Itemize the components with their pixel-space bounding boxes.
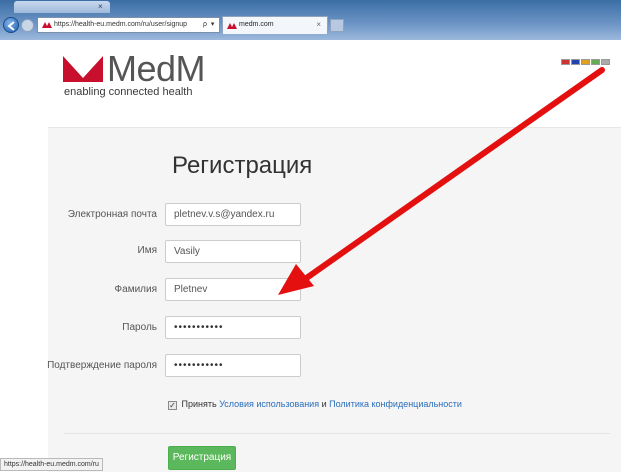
flag-icon[interactable] [591,59,600,65]
password-field[interactable]: ••••••••••• [165,316,301,339]
new-tab-button[interactable] [330,19,344,32]
email-label: Электронная почта [67,209,157,220]
last-name-label: Фамилия [114,284,157,295]
first-name-field[interactable]: Vasily [165,240,301,263]
page-title: Регистрация [172,152,313,179]
tab-favicon-icon [227,23,237,29]
address-bar[interactable]: https://health-eu.medm.com/ru/user/signu… [37,17,220,33]
address-bar-controls[interactable]: ρ ▾ 🔒 ≣ C ✕ [203,18,219,32]
page: × https://health-eu.medm.com/ru/user/sig… [0,0,621,472]
agree-checkbox[interactable]: ✓ [168,401,177,410]
language-flags [561,52,611,70]
tagline: enabling connected health [64,86,193,98]
and-text: и [321,399,327,409]
site-favicon-icon [42,22,52,28]
first-name-label: Имя [137,245,157,256]
flag-icon[interactable] [601,59,610,65]
tab-title: medm.com [239,21,274,28]
email-field[interactable]: pletnev.v.s@yandex.ru [165,203,301,226]
register-button[interactable]: Регистрация [168,446,236,470]
divider [64,433,610,434]
back-arrow-icon [7,21,15,31]
confirm-password-label: Подтверждение пароля [47,360,157,371]
browser-toolbar: × https://health-eu.medm.com/ru/user/sig… [0,0,621,40]
flag-icon[interactable] [571,59,580,65]
privacy-link[interactable]: Политика конфиденциальности [329,399,462,409]
password-label: Пароль [122,322,157,333]
last-name-field[interactable]: Pletnev [165,278,301,301]
terms-link[interactable]: Условия использования [219,399,319,409]
address-url: https://health-eu.medm.com/ru/user/signu… [54,21,188,28]
tab-medm[interactable]: medm.com × [222,16,328,34]
confirm-password-field[interactable]: ••••••••••• [165,354,301,377]
background-tab[interactable] [14,1,110,13]
signup-card [48,127,621,472]
medm-logo-icon [63,56,103,82]
forward-button[interactable] [21,19,34,32]
background-tab-close-icon[interactable]: × [98,2,103,11]
agree-prefix: Принять [181,399,217,409]
flag-icon[interactable] [561,59,570,65]
back-button[interactable] [3,17,19,33]
logo-text: MedM [107,48,206,89]
terms-agreement: ✓ Принять Условия использования и Полити… [168,399,462,410]
flag-icon[interactable] [581,59,590,65]
tab-close-icon[interactable]: × [316,17,321,33]
status-bar-url: https://health-eu.medm.com/ru [0,458,103,471]
